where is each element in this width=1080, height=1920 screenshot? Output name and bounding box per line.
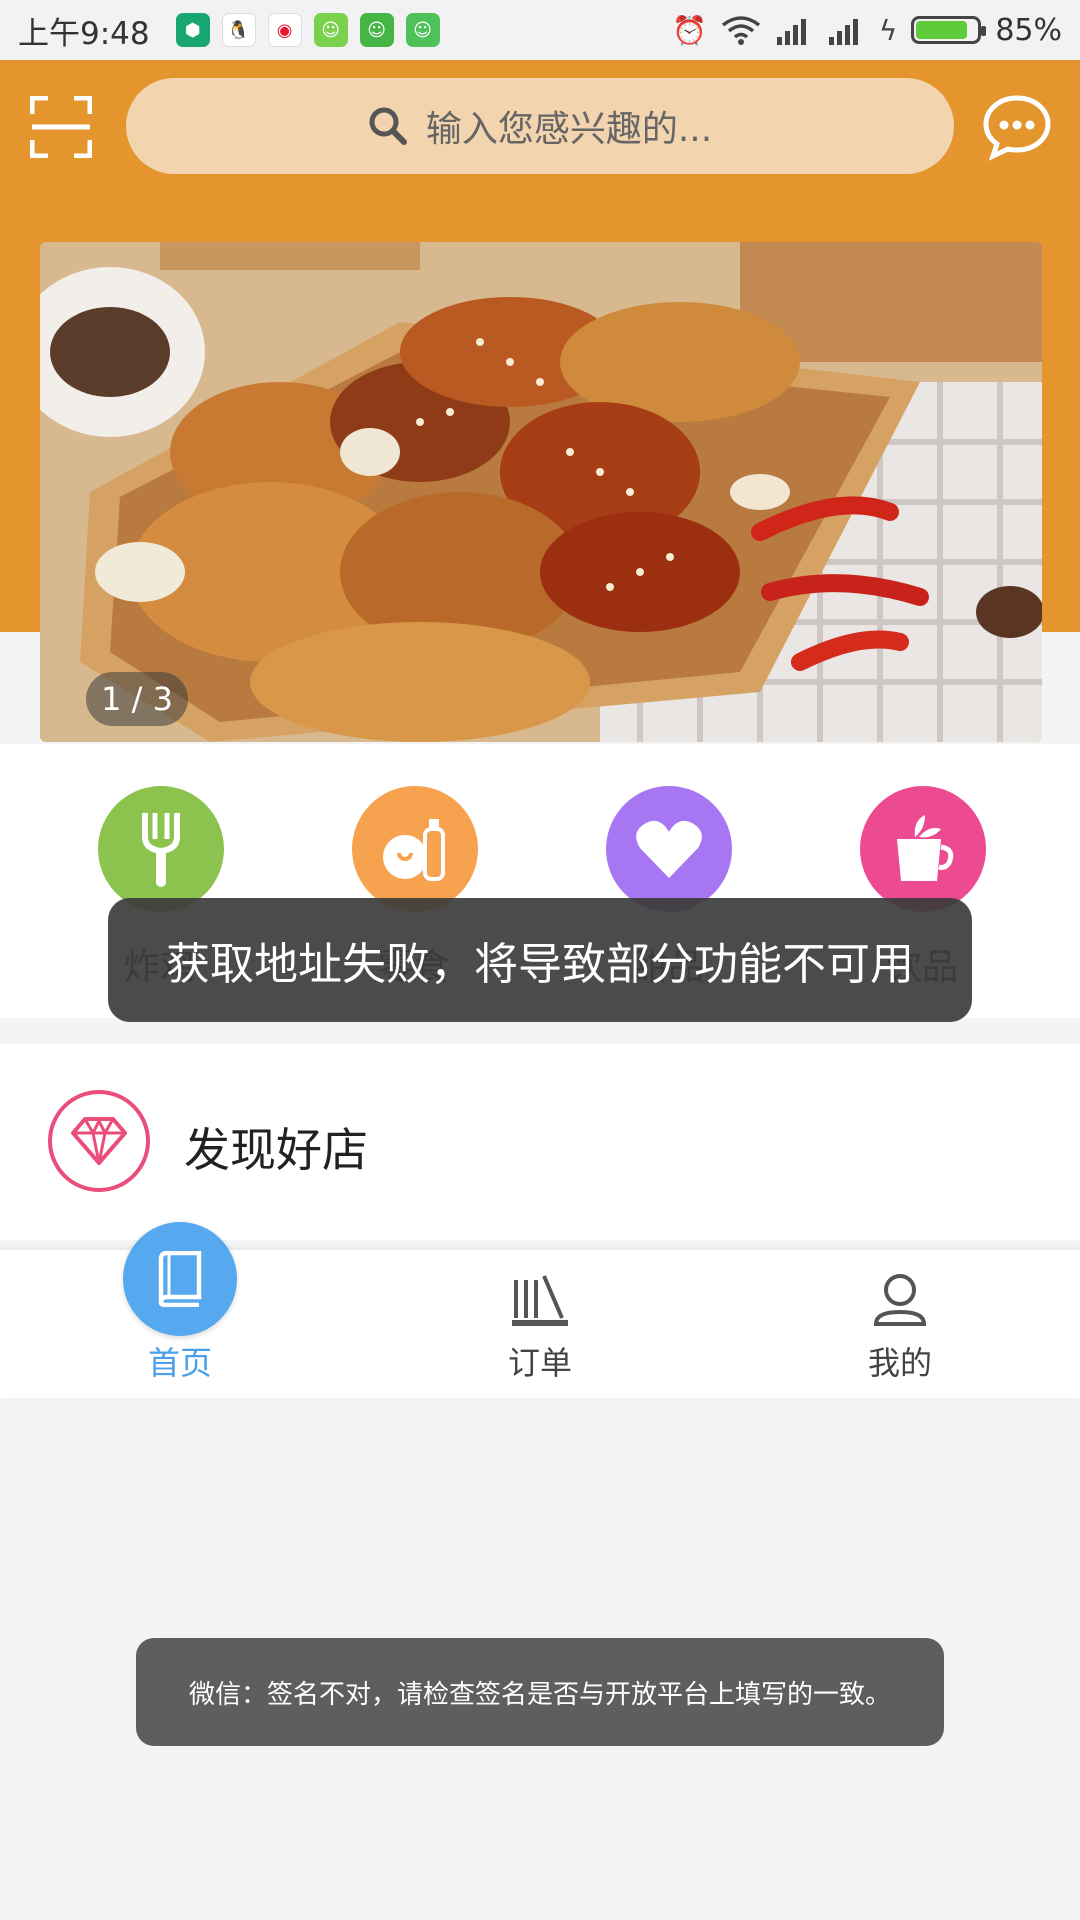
qq-icon: 🐧 (221, 13, 256, 47)
chat-icon (983, 95, 1051, 161)
nav-home-label: 首页 (147, 1344, 212, 1382)
status-time: 上午9:48 (18, 15, 150, 52)
fork-icon (142, 813, 180, 887)
status-left: 上午9:48 ⬢ 🐧 ◉ ☺ ☺ ☺ (18, 8, 440, 53)
home-bubble (123, 1222, 237, 1336)
android-app-icon-2: ☺ (359, 13, 394, 47)
search-input[interactable]: 输入您感兴趣的... (126, 78, 954, 174)
charging-icon: ϟ (878, 13, 898, 47)
message-button[interactable] (982, 92, 1052, 162)
category-circle (860, 786, 986, 912)
battery-icon (911, 16, 987, 44)
status-right: ⏰ ϟ 85% (672, 13, 1062, 48)
category-circle (98, 786, 224, 912)
wechat-signature-toast: 微信：签名不对，请检查签名是否与开放平台上填写的一致。 (136, 1638, 944, 1746)
signal-icon-1 (776, 19, 806, 45)
scan-icon (29, 95, 93, 159)
diamond-icon (71, 1117, 127, 1165)
battery-percent: 85% (995, 12, 1062, 48)
search-icon (369, 107, 407, 145)
orders-icon (512, 1275, 568, 1326)
signal-icon-2 (828, 19, 858, 45)
heart-icon (636, 820, 702, 878)
category-circle (352, 786, 478, 912)
orders-icon-box (510, 1270, 570, 1330)
status-bar: 上午9:48 ⬢ 🐧 ◉ ☺ ☺ ☺ ⏰ ϟ 85% (0, 0, 1080, 60)
security-app-icon: ⬢ (175, 13, 210, 47)
banner-image (40, 242, 1042, 742)
location-error-toast: 获取地址失败，将导致部分功能不可用 (108, 898, 972, 1022)
user-icon-box (870, 1270, 930, 1330)
book-icon (158, 1251, 202, 1307)
nav-mine-label: 我的 (867, 1344, 932, 1382)
nav-orders[interactable]: 订单 (360, 1250, 720, 1398)
banner-page-indicator: 1 / 3 (86, 672, 188, 726)
android-app-icon-3: ☺ (405, 13, 440, 47)
diamond-icon-circle (48, 1090, 150, 1192)
wifi-icon (721, 16, 760, 45)
bottom-nav: 首页 订单 我的 (0, 1222, 1080, 1398)
nav-mine[interactable]: 我的 (720, 1250, 1080, 1398)
snack-icon (383, 819, 445, 881)
nav-orders-label: 订单 (507, 1344, 572, 1382)
discover-shops-section[interactable]: 发现好店 (0, 1044, 1080, 1240)
scan-button[interactable] (29, 95, 93, 159)
search-placeholder: 输入您感兴趣的... (425, 109, 713, 150)
weibo-icon: ◉ (267, 13, 302, 47)
battery-fill (916, 21, 968, 39)
nav-home[interactable]: 首页 (0, 1222, 360, 1398)
discover-title: 发现好店 (184, 1123, 368, 1177)
drink-icon (897, 815, 954, 881)
category-circle (606, 786, 732, 912)
user-icon (873, 1274, 927, 1326)
alarm-icon: ⏰ (671, 13, 707, 47)
android-icon: ☺ (313, 13, 348, 47)
banner-carousel[interactable]: 1 / 3 (40, 242, 1042, 742)
